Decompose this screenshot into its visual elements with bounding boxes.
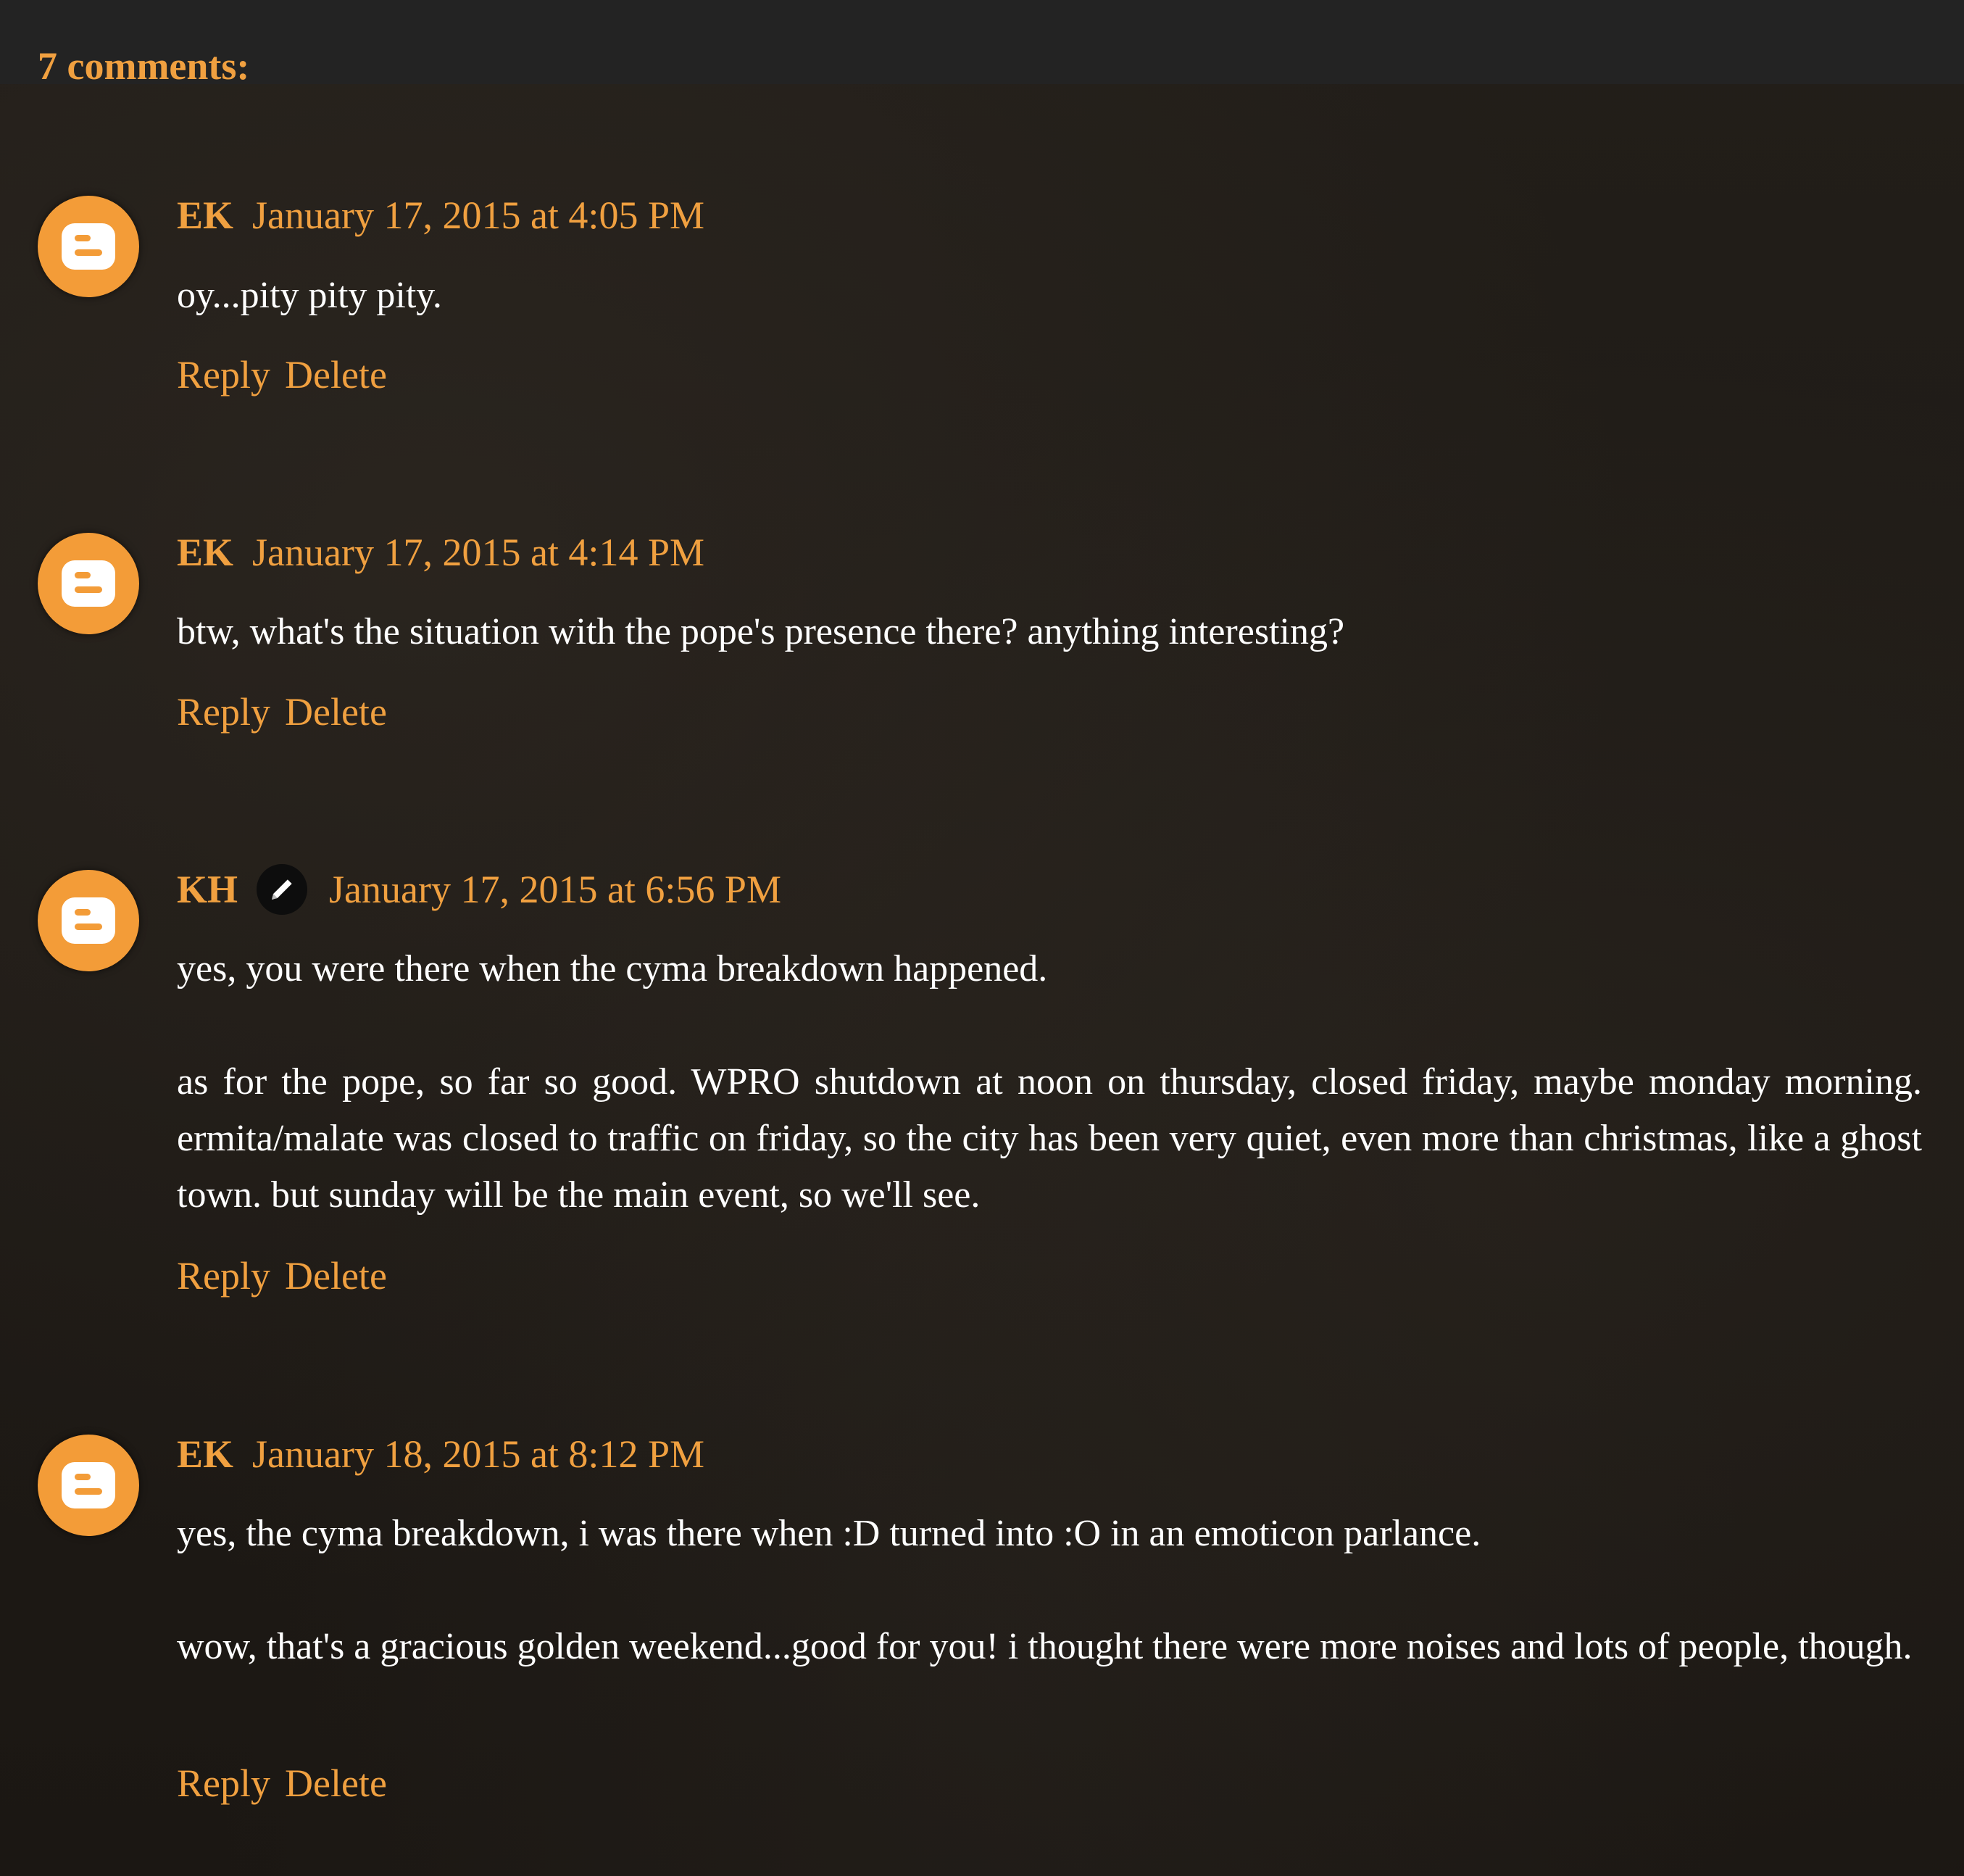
comment-timestamp[interactable]: January 18, 2015 at 8:12 PM	[252, 1435, 704, 1474]
comment-actions: Reply Delete	[177, 692, 401, 731]
comment-author[interactable]: EK	[177, 533, 233, 572]
comment-paragraph: yes, you were there when the cyma breakd…	[177, 948, 1048, 989]
pencil-icon	[257, 864, 308, 915]
blogger-logo-glyph	[62, 223, 115, 270]
blogger-icon[interactable]	[38, 533, 139, 634]
comment-meta: EK January 18, 2015 at 8:12 PM	[177, 1435, 704, 1474]
reply-link[interactable]: Reply	[177, 353, 270, 397]
comment-timestamp[interactable]: January 17, 2015 at 4:14 PM	[252, 533, 704, 572]
blogger-logo-glyph	[62, 897, 115, 944]
comment-body: btw, what's the situation with the pope'…	[177, 604, 1922, 660]
comment-paragraph: as for the pope, so far so good. WPRO sh…	[177, 1061, 1922, 1216]
delete-link[interactable]: Delete	[285, 353, 387, 397]
blogger-icon[interactable]	[38, 870, 139, 971]
comment-paragraph: yes, the cyma breakdown, i was there whe…	[177, 1513, 1481, 1554]
comment-paragraph: oy...pity pity pity.	[177, 275, 442, 316]
reply-link[interactable]: Reply	[177, 1254, 270, 1298]
delete-link[interactable]: Delete	[285, 1254, 387, 1298]
comment-actions: Reply Delete	[177, 1256, 401, 1295]
blogger-logo-glyph	[62, 1462, 115, 1508]
reply-link[interactable]: Reply	[177, 690, 270, 734]
comment-author[interactable]: KH	[177, 870, 238, 909]
comment-author[interactable]: EK	[177, 1435, 233, 1474]
pencil-icon-svg	[272, 879, 292, 900]
comment-timestamp[interactable]: January 17, 2015 at 6:56 PM	[329, 870, 781, 909]
comment-actions: Reply Delete	[177, 1764, 401, 1803]
reply-link[interactable]: Reply	[177, 1761, 270, 1805]
top-bar	[0, 0, 1964, 84]
comments-count-heading: 7 comments:	[38, 44, 250, 88]
blogger-icon[interactable]	[38, 196, 139, 297]
comment-body: oy...pity pity pity.	[177, 267, 1922, 324]
comment-body: yes, you were there when the cyma breakd…	[177, 941, 1922, 1224]
blogger-logo-glyph	[62, 560, 115, 607]
comment-body: yes, the cyma breakdown, i was there whe…	[177, 1506, 1922, 1675]
comment-paragraph: wow, that's a gracious golden weekend...…	[177, 1626, 1913, 1667]
delete-link[interactable]: Delete	[285, 690, 387, 734]
comment-meta: EK January 17, 2015 at 4:05 PM	[177, 196, 704, 235]
delete-link[interactable]: Delete	[285, 1761, 387, 1805]
comment-actions: Reply Delete	[177, 355, 401, 394]
comment-timestamp[interactable]: January 17, 2015 at 4:05 PM	[252, 196, 704, 235]
comment-meta: KH January 17, 2015 at 6:56 PM	[177, 864, 781, 915]
comment-author[interactable]: EK	[177, 196, 233, 235]
blogger-icon[interactable]	[38, 1435, 139, 1536]
comment-meta: EK January 17, 2015 at 4:14 PM	[177, 533, 704, 572]
comment-paragraph: btw, what's the situation with the pope'…	[177, 611, 1345, 652]
